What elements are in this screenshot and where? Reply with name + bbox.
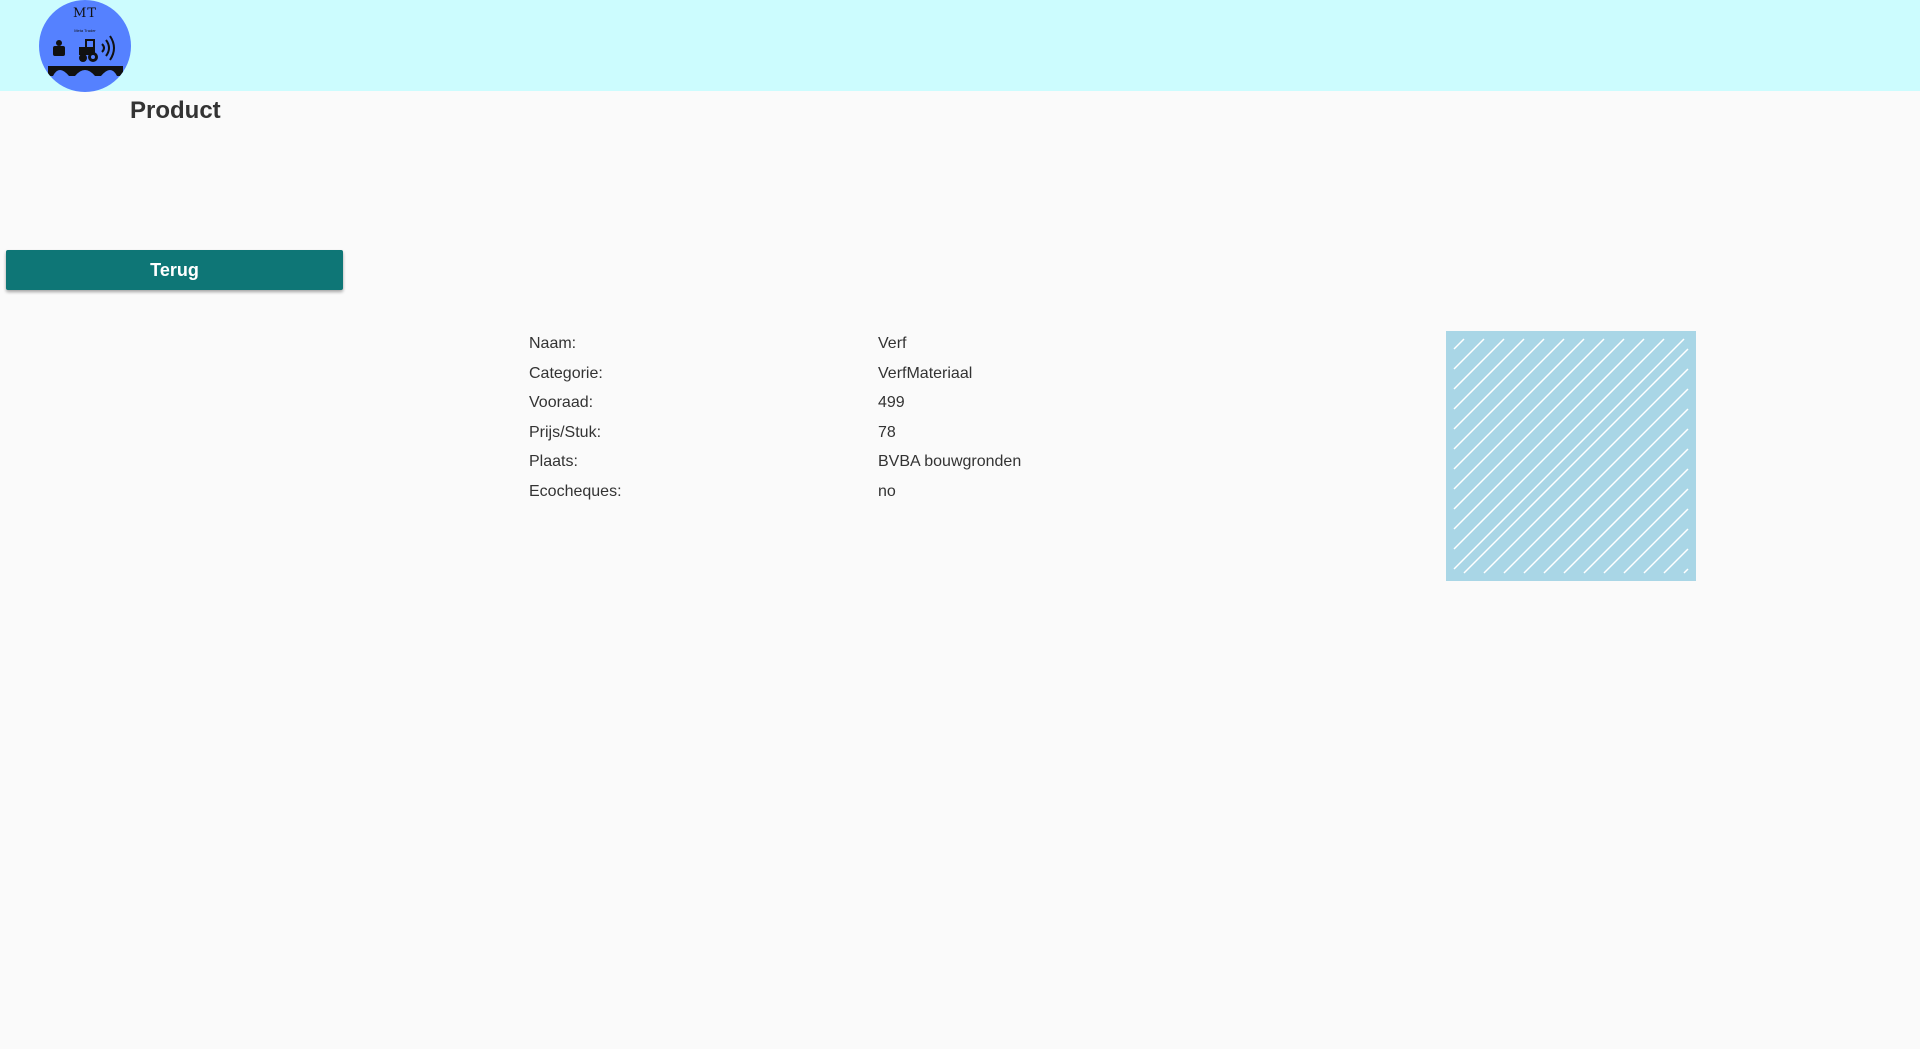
hatch-line — [1453, 338, 1505, 390]
hatch-line — [1463, 348, 1689, 574]
hatch-line — [1683, 568, 1689, 574]
detail-label: Naam: — [529, 335, 577, 352]
hatch-line — [1483, 368, 1689, 574]
top-bar: MT Meta Trader — [0, 0, 1920, 92]
hatch-line — [1603, 488, 1689, 574]
logo[interactable]: MT Meta Trader — [39, 0, 131, 92]
detail-row-ecocheques: Ecocheques: no — [529, 483, 1129, 513]
product-image — [1446, 331, 1696, 581]
page-title: Product — [130, 97, 221, 124]
detail-row-vooraad: Vooraad: 499 — [529, 394, 1129, 424]
detail-value: 499 — [878, 394, 905, 411]
detail-value: 78 — [878, 423, 896, 441]
detail-label: Plaats: — [529, 453, 578, 470]
detail-row-naam: Naam: Verf — [529, 335, 1129, 365]
detail-value: no — [878, 482, 896, 500]
hatch-line — [1453, 338, 1585, 470]
detail-label: Vooraad: — [529, 394, 594, 411]
detail-value: Verf — [878, 335, 907, 352]
hatch-line — [1563, 448, 1689, 574]
hatch-line — [1623, 508, 1689, 574]
hatch-line — [1453, 338, 1605, 490]
detail-row-categorie: Categorie: VerfMateriaal — [529, 365, 1129, 395]
detail-row-prijs: Prijs/Stuk: 78 — [529, 424, 1129, 454]
hatch-line — [1453, 338, 1465, 350]
hatch-line — [1583, 468, 1689, 574]
detail-row-plaats: Plaats: BVBA bouwgronden — [529, 453, 1129, 483]
back-button[interactable]: Terug — [6, 250, 343, 290]
detail-label: Ecocheques: — [529, 482, 622, 500]
detail-value: VerfMateriaal — [878, 364, 973, 382]
detail-label: Prijs/Stuk: — [529, 423, 602, 441]
image-placeholder-icon — [1453, 338, 1689, 574]
detail-value: BVBA bouwgronden — [878, 453, 1022, 470]
hatch-line — [1453, 338, 1525, 410]
detail-label: Categorie: — [529, 364, 603, 382]
hatch-line — [1453, 338, 1545, 430]
hatch-line — [1453, 338, 1565, 450]
product-details: Naam: Verf Categorie: VerfMateriaal Voor… — [529, 335, 1129, 512]
logo-text: MT — [73, 6, 97, 21]
hatch-line — [1503, 388, 1689, 574]
hatch-line — [1643, 528, 1689, 574]
hatch-line — [1663, 548, 1689, 574]
logo-subtext: Meta Trader — [74, 28, 96, 33]
